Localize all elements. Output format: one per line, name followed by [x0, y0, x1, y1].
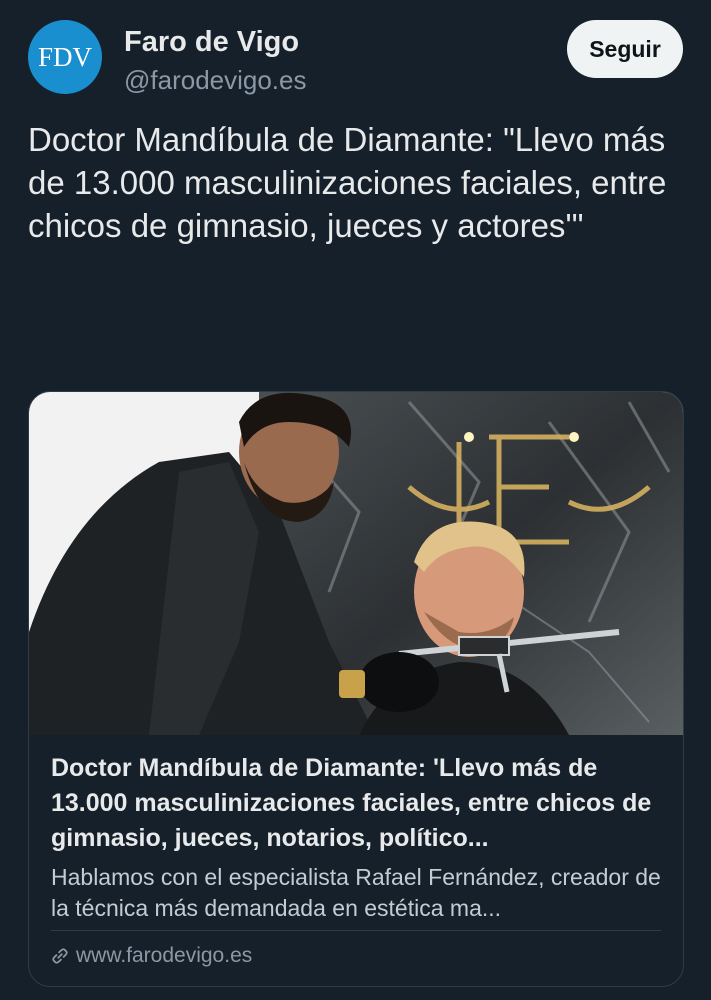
link-card[interactable]: Doctor Mandíbula de Diamante: 'Llevo más… [28, 391, 684, 987]
tweet-page: FDV Faro de Vigo @farodevigo.es Seguir D… [0, 0, 711, 1000]
card-photo-illustration [29, 392, 683, 735]
card-domain-link[interactable]: www.farodevigo.es [51, 944, 252, 968]
card-body: Doctor Mandíbula de Diamante: 'Llevo más… [29, 735, 683, 924]
account-names[interactable]: Faro de Vigo @farodevigo.es [124, 24, 307, 98]
account-handle[interactable]: @farodevigo.es [124, 62, 307, 98]
avatar[interactable]: FDV [28, 20, 102, 94]
display-name[interactable]: Faro de Vigo [124, 24, 307, 60]
card-image[interactable] [29, 392, 683, 735]
follow-button[interactable]: Seguir [567, 20, 683, 78]
card-title[interactable]: Doctor Mandíbula de Diamante: 'Llevo más… [51, 751, 661, 856]
card-divider [51, 930, 661, 931]
tweet-header: FDV Faro de Vigo @farodevigo.es Seguir [28, 20, 683, 96]
card-domain-text[interactable]: www.farodevigo.es [76, 944, 252, 968]
tweet-text: Doctor Mandíbula de Diamante: "Llevo más… [28, 121, 667, 244]
card-description: Hablamos con el especialista Rafael Fern… [51, 864, 661, 921]
link-icon [52, 948, 68, 964]
